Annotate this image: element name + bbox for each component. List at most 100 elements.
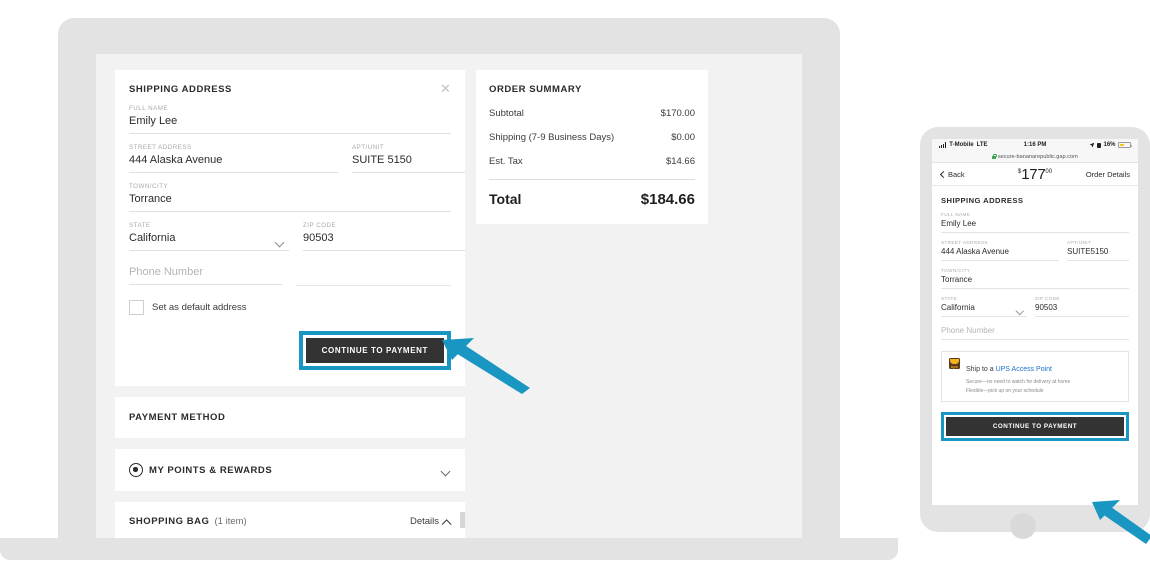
carrier-label: T-Mobile bbox=[949, 142, 974, 148]
order-total-value: $184.66 bbox=[640, 191, 695, 208]
shopping-bag-card: SHOPPING BAG (1 item) Details Ship 1 ite… bbox=[115, 502, 465, 538]
mobile-apt-field[interactable]: APT/UNIT SUITE5150 bbox=[1067, 240, 1129, 261]
laptop-base bbox=[0, 538, 898, 560]
apt-unit-label: APT/UNIT bbox=[352, 144, 385, 151]
checkout-left-column: SHIPPING ADDRESS ✕ FULL NAME Emily Lee S… bbox=[115, 70, 465, 538]
mobile-zip-field[interactable]: ZIP CODE 90503 bbox=[1035, 296, 1129, 317]
shopping-bag-header: SHOPPING BAG (1 item) Details bbox=[129, 516, 451, 527]
mobile-header: Back $ 177 00 Order Details bbox=[932, 163, 1138, 186]
mobile-street-field[interactable]: STREET ADDRESS 444 Alaska Avenue bbox=[941, 240, 1059, 261]
street-address-field[interactable]: STREET ADDRESS 444 Alaska Avenue bbox=[129, 144, 338, 173]
clock-label: 1:16 PM bbox=[1023, 142, 1047, 148]
mobile-phone-placeholder: Phone Number bbox=[941, 326, 1129, 340]
ups-headline: Ship to a UPS Access Point bbox=[966, 366, 1052, 373]
back-button[interactable]: Back bbox=[940, 170, 965, 179]
chevron-down-icon[interactable] bbox=[442, 468, 451, 473]
shipping-label: Shipping (7-9 Business Days) bbox=[489, 132, 615, 143]
ups-prefix: Ship to a bbox=[966, 366, 996, 373]
bag-details-label: Details bbox=[409, 516, 439, 527]
order-summary-row: Shipping (7-9 Business Days) $0.00 bbox=[489, 132, 695, 143]
tax-label: Est. Tax bbox=[489, 156, 523, 167]
chevron-down-icon bbox=[276, 239, 285, 244]
state-value: California bbox=[129, 232, 289, 251]
default-address-label: Set as default address bbox=[152, 302, 247, 313]
url-text: secure-bananarepublic.gap.com bbox=[997, 153, 1078, 160]
payment-method-card[interactable]: PAYMENT METHOD bbox=[115, 397, 465, 438]
subtotal-value: $170.00 bbox=[660, 108, 695, 119]
continue-button-row: CONTINUE TO PAYMENT bbox=[115, 317, 465, 386]
mobile-full-name-field[interactable]: FULL NAME Emily Lee bbox=[941, 212, 1129, 233]
points-rewards-title: MY POINTS & REWARDS bbox=[149, 464, 273, 476]
order-total-row: Total $184.66 bbox=[489, 191, 695, 208]
close-icon[interactable]: ✕ bbox=[439, 82, 452, 95]
order-summary-row: Est. Tax $14.66 bbox=[489, 156, 695, 167]
state-select[interactable]: STATE California bbox=[129, 222, 289, 251]
chevron-up-icon bbox=[443, 519, 451, 524]
browser-url-bar[interactable]: secure-bananarepublic.gap.com bbox=[932, 151, 1138, 163]
card-gap bbox=[115, 438, 465, 449]
checkout-columns: SHIPPING ADDRESS ✕ FULL NAME Emily Lee S… bbox=[96, 54, 802, 538]
ups-access-point-link[interactable]: UPS Access Point bbox=[996, 366, 1052, 373]
continue-button-highlight: CONTINUE TO PAYMENT bbox=[298, 331, 451, 370]
mobile-continue-to-payment-button[interactable]: CONTINUE TO PAYMENT bbox=[946, 417, 1124, 436]
default-address-checkbox[interactable] bbox=[129, 300, 144, 315]
full-name-value: Emily Lee bbox=[129, 115, 451, 134]
ups-access-point-box[interactable]: Ship to a UPS Access Point Secure—no nee… bbox=[941, 351, 1129, 402]
city-field[interactable]: TOWN/CITY Torrance bbox=[129, 183, 451, 212]
phone-row: Phone Number bbox=[129, 266, 451, 286]
order-summary-title: ORDER SUMMARY bbox=[489, 84, 582, 95]
mobile-apt-label: APT/UNIT bbox=[1067, 240, 1092, 245]
mobile-apt-value: SUITE5150 bbox=[1067, 247, 1129, 261]
mobile-zip-value: 90503 bbox=[1035, 303, 1129, 317]
laptop-screen: SHIPPING ADDRESS ✕ FULL NAME Emily Lee S… bbox=[96, 54, 802, 538]
continue-to-payment-button[interactable]: CONTINUE TO PAYMENT bbox=[305, 338, 444, 363]
apt-unit-value: SUITE 5150 bbox=[352, 154, 465, 173]
zip-value: 90503 bbox=[303, 232, 465, 251]
bag-details-toggle[interactable]: Details bbox=[410, 516, 451, 527]
rotation-lock-icon bbox=[1096, 142, 1101, 148]
mobile-full-name-value: Emily Lee bbox=[941, 219, 1129, 233]
shipping-address-card: SHIPPING ADDRESS ✕ FULL NAME Emily Lee S… bbox=[115, 70, 465, 386]
rewards-star-icon bbox=[129, 463, 143, 477]
status-bar-left: T-Mobile LTE bbox=[939, 142, 987, 148]
apt-unit-field[interactable]: APT/UNIT SUITE 5150 bbox=[352, 144, 465, 173]
back-label: Back bbox=[948, 169, 965, 179]
state-zip-row: STATE California ZIP CODE 90503 bbox=[129, 212, 465, 251]
zip-field[interactable]: ZIP CODE 90503 bbox=[303, 222, 465, 251]
status-bar-right: 16% bbox=[1089, 142, 1132, 148]
phone-home-button[interactable] bbox=[1010, 513, 1036, 539]
mobile-state-select[interactable]: STATE California bbox=[941, 296, 1027, 317]
mobile-callout-arrow bbox=[1092, 500, 1150, 544]
network-label: LTE bbox=[976, 142, 988, 148]
order-total-label: Total bbox=[489, 191, 522, 207]
scrollbar-thumb[interactable] bbox=[460, 512, 465, 528]
street-apt-row: STREET ADDRESS 444 Alaska Avenue APT/UNI… bbox=[129, 134, 465, 173]
card-gap bbox=[115, 386, 465, 397]
order-summary-row: Subtotal $170.00 bbox=[489, 108, 695, 119]
card-gap bbox=[115, 491, 465, 502]
city-value: Torrance bbox=[129, 193, 451, 212]
tax-value: $14.66 bbox=[665, 156, 695, 167]
points-rewards-card[interactable]: MY POINTS & REWARDS bbox=[115, 449, 465, 491]
mobile-state-zip-row: STATE California ZIP CODE 90503 bbox=[941, 289, 1129, 317]
laptop-mockup: SHIPPING ADDRESS ✕ FULL NAME Emily Lee S… bbox=[0, 18, 898, 560]
mobile-city-label: TOWN/CITY bbox=[941, 268, 971, 273]
mobile-checkout-body: SHIPPING ADDRESS FULL NAME Emily Lee STR… bbox=[932, 186, 1138, 441]
full-name-label: FULL NAME bbox=[129, 105, 168, 112]
signal-bars-icon bbox=[939, 142, 947, 148]
mobile-zip-label: ZIP CODE bbox=[1035, 296, 1060, 301]
mobile-street-label: STREET ADDRESS bbox=[941, 240, 988, 245]
phone-field-filler bbox=[296, 266, 451, 286]
default-address-row[interactable]: Set as default address bbox=[129, 300, 451, 317]
order-details-link[interactable]: Order Details bbox=[1086, 170, 1130, 179]
shopping-bag-count: (1 item) bbox=[214, 516, 247, 527]
mobile-state-label: STATE bbox=[941, 296, 958, 301]
full-name-field[interactable]: FULL NAME Emily Lee bbox=[129, 105, 451, 134]
mobile-phone-field[interactable]: Phone Number bbox=[941, 326, 1129, 340]
chevron-left-icon bbox=[940, 172, 945, 177]
ups-bullet-1: Secure—no need to watch for delivery at … bbox=[966, 379, 1071, 385]
phone-screen: T-Mobile LTE 1:16 PM 16% secure-bananare… bbox=[932, 139, 1138, 505]
phone-field[interactable]: Phone Number bbox=[129, 266, 283, 286]
street-address-value: 444 Alaska Avenue bbox=[129, 154, 338, 173]
mobile-city-field[interactable]: TOWN/CITY Torrance bbox=[941, 268, 1129, 289]
